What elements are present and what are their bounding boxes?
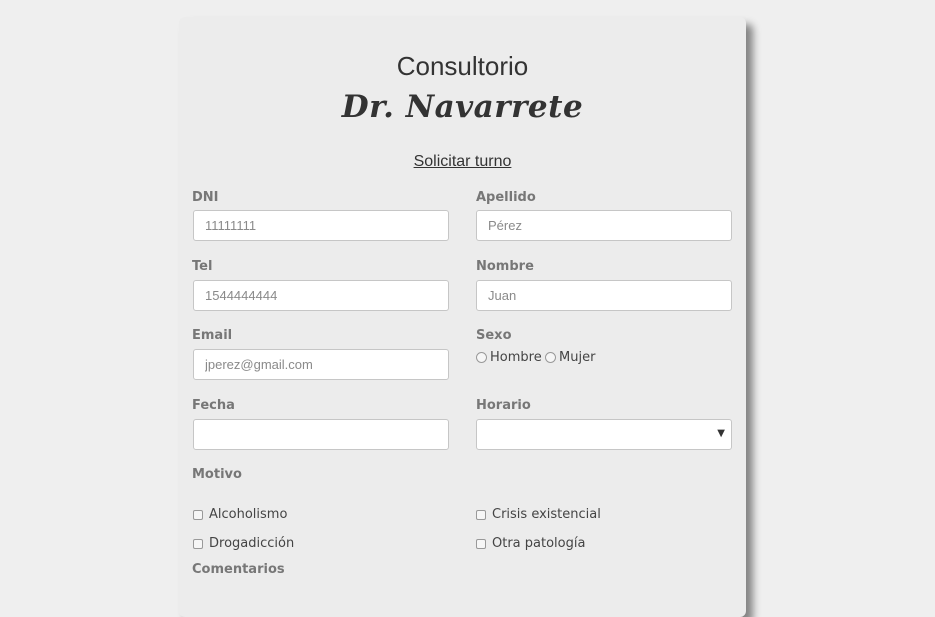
dni-label: DNI xyxy=(192,190,219,205)
nombre-label: Nombre xyxy=(476,259,534,274)
motivo-option-label: Otra patología xyxy=(492,536,586,551)
chevron-down-icon: ▼ xyxy=(717,428,725,439)
comentarios-label: Comentarios xyxy=(192,562,285,577)
motivo-option-label: Crisis existencial xyxy=(492,507,601,522)
fecha-input[interactable] xyxy=(193,419,449,450)
tel-input[interactable] xyxy=(193,280,449,311)
sexo-option-label: Hombre xyxy=(490,350,542,365)
sexo-label: Sexo xyxy=(476,328,512,343)
page-title: Consultorio xyxy=(396,51,529,81)
checkbox-icon[interactable] xyxy=(193,538,203,549)
motivo-option-alcoholismo[interactable]: Alcoholismo xyxy=(193,507,287,522)
fecha-label: Fecha xyxy=(192,398,235,413)
apellido-label: Apellido xyxy=(476,190,536,205)
motivo-option-label: Drogadicción xyxy=(209,536,295,551)
apellido-input[interactable] xyxy=(476,210,732,241)
horario-label: Horario xyxy=(476,398,531,413)
sexo-option-mujer[interactable]: Mujer xyxy=(545,350,595,365)
form-heading: Solicitar turno xyxy=(413,153,512,170)
motivo-option-crisis[interactable]: Crisis existencial xyxy=(476,507,601,522)
sexo-option-label: Mujer xyxy=(559,350,596,365)
radio-icon[interactable] xyxy=(476,352,487,363)
motivo-option-label: Alcoholismo xyxy=(209,507,288,522)
page-subtitle: Dr. Navarrete xyxy=(341,89,584,125)
email-label: Email xyxy=(192,328,233,343)
email-input[interactable] xyxy=(193,349,449,380)
dni-input[interactable] xyxy=(193,210,449,241)
checkbox-icon[interactable] xyxy=(476,509,486,520)
nombre-input[interactable] xyxy=(476,280,732,311)
checkbox-icon[interactable] xyxy=(476,538,486,549)
radio-icon[interactable] xyxy=(545,352,556,363)
motivo-option-otra[interactable]: Otra patología xyxy=(476,536,585,551)
checkbox-icon[interactable] xyxy=(193,509,203,520)
horario-select[interactable]: ▼ xyxy=(476,419,732,450)
sexo-option-hombre[interactable]: Hombre xyxy=(476,350,542,365)
tel-label: Tel xyxy=(192,259,213,274)
appointment-card: Consultorio Dr. Navarrete Solicitar turn… xyxy=(179,17,746,617)
motivo-option-drogadiccion[interactable]: Drogadicción xyxy=(193,536,294,551)
motivo-label: Motivo xyxy=(192,467,242,482)
